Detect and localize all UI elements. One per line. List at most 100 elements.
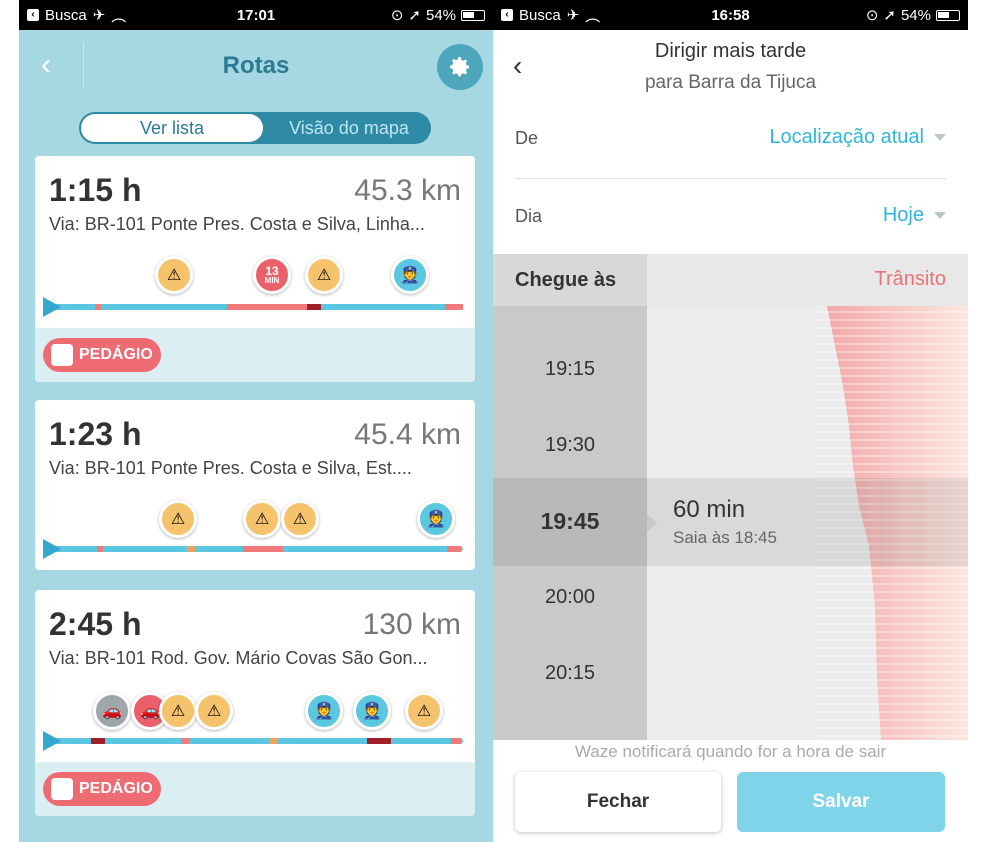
page-subtitle: para Barra da Tijuca — [644, 72, 817, 93]
header-divider — [83, 42, 84, 88]
start-icon — [43, 297, 61, 317]
route-distance: 45.4 km — [354, 418, 461, 451]
jam-min-label: MIN — [264, 276, 280, 285]
hazard-icon[interactable]: ⚠ — [159, 692, 197, 730]
page-title: Dirigir mais tarde — [654, 40, 807, 62]
time-option-selected[interactable]: 19:45 — [493, 508, 647, 535]
hazard-icon[interactable]: ⚠ — [405, 692, 443, 730]
traffic-segment — [95, 304, 101, 310]
wifi-icon: ︵ — [585, 7, 601, 25]
hazard-icon[interactable]: ⚠ — [281, 500, 319, 538]
route-via: Via: BR-101 Ponte Pres. Costa e Silva, E… — [49, 458, 412, 478]
tab-map-view[interactable]: Visão do mapa — [269, 112, 429, 144]
battery-icon — [461, 9, 486, 21]
from-row[interactable]: De Localização atual — [515, 102, 946, 178]
leave-time: Saia às 18:45 — [673, 528, 777, 547]
battery-icon — [936, 9, 960, 21]
police-icon[interactable]: 👮 — [305, 692, 343, 730]
header: ‹ Dirigir mais tarde para Barra da Tijuc… — [493, 30, 968, 108]
traffic-label: Trânsito — [874, 268, 946, 290]
hazard-icon[interactable]: ⚠ — [159, 500, 197, 538]
toll-icon — [51, 344, 73, 366]
hazard-icon[interactable]: ⚠ — [195, 692, 233, 730]
traffic-segment — [307, 304, 321, 310]
page-title: Rotas — [222, 52, 290, 79]
back-to-app-icon[interactable]: ‹ — [27, 9, 39, 21]
police-icon[interactable]: 👮 — [353, 692, 391, 730]
schedule-header: Chegue às Trânsito — [493, 254, 968, 306]
chevron-down-icon — [934, 212, 946, 219]
back-icon[interactable]: ‹ — [41, 48, 51, 82]
route-card[interactable]: 2:45 h 130 km Via: BR-101 Rod. Gov. Mári… — [35, 590, 475, 816]
day-select[interactable]: Hoje — [883, 204, 946, 227]
route-footer: PEDÁGIO — [35, 762, 475, 816]
close-button[interactable]: Fechar — [515, 772, 721, 832]
lock-rotation-icon: ⊙ — [865, 7, 879, 24]
back-app-label[interactable]: Busca — [519, 7, 561, 24]
route-distance: 45.3 km — [354, 174, 461, 207]
tab-list-view[interactable]: Ver lista — [81, 114, 263, 142]
from-label: De — [515, 128, 539, 148]
route-track — [47, 738, 463, 744]
time-option[interactable]: 20:15 — [493, 662, 647, 685]
trip-duration: 60 min — [673, 496, 746, 523]
traffic-segment — [181, 738, 189, 744]
battery-percent: 54% — [900, 6, 931, 24]
from-value: Localização atual — [769, 126, 924, 148]
hazard-icon[interactable]: ⚠ — [305, 256, 343, 294]
traffic-segment — [367, 738, 391, 744]
save-button[interactable]: Salvar — [737, 772, 945, 832]
route-via: Via: BR-101 Rod. Gov. Mário Covas São Go… — [49, 648, 428, 668]
route-duration: 2:45 h — [49, 606, 142, 642]
car-icon[interactable]: 🚗 — [93, 692, 131, 730]
time-option[interactable]: 19:30 — [493, 434, 647, 457]
status-bar: ‹ Busca ✈ ︵ 17:01 ⊙ ➚ 54% — [19, 0, 493, 30]
traffic-segment — [445, 304, 463, 310]
route-card[interactable]: 1:15 h 45.3 km Via: BR-101 Ponte Pres. C… — [35, 156, 475, 382]
traffic-jam-icon[interactable]: 13 MIN — [253, 256, 291, 294]
back-to-app-icon[interactable]: ‹ — [501, 9, 513, 21]
route-track — [47, 546, 463, 552]
lock-rotation-icon: ⊙ — [390, 7, 404, 24]
traffic-segment — [451, 738, 461, 744]
header: ‹ Rotas — [19, 30, 493, 102]
day-row[interactable]: Dia Hoje — [515, 180, 946, 256]
route-card[interactable]: 1:23 h 45.4 km Via: BR-101 Ponte Pres. C… — [35, 400, 475, 570]
battery-percent: 54% — [425, 6, 457, 24]
route-track — [47, 304, 463, 310]
traffic-segment — [227, 304, 317, 310]
route-duration: 1:15 h — [49, 172, 142, 208]
day-label: Dia — [515, 206, 543, 226]
back-app-label[interactable]: Busca — [45, 7, 87, 24]
time-option[interactable]: 19:15 — [493, 358, 647, 381]
start-icon — [43, 731, 61, 751]
arrive-label: Chegue às — [493, 254, 647, 306]
drive-later-screen: ‹ Busca ✈ ︵ 16:58 ⊙ ➚ 54% ‹ Dirigir mais… — [493, 0, 968, 842]
hazard-icon[interactable]: ⚠ — [155, 256, 193, 294]
view-toggle: Ver lista Visão do mapa — [79, 112, 431, 144]
time-option[interactable]: 20:00 — [493, 586, 647, 609]
toll-icon — [51, 778, 73, 800]
notify-note: Waze notificará quando for a hora de sai… — [574, 742, 887, 761]
gear-icon[interactable] — [437, 44, 483, 90]
start-icon — [43, 539, 61, 559]
selected-info: 60 min Saia às 18:45 — [673, 496, 777, 548]
location-icon: ➚ — [883, 7, 896, 24]
from-select[interactable]: Localização atual — [769, 126, 946, 149]
airplane-icon: ✈ — [566, 7, 580, 24]
traffic-segment — [243, 546, 283, 552]
route-via: Via: BR-101 Ponte Pres. Costa e Silva, L… — [49, 214, 425, 234]
bottom-bar: Waze notificará quando for a hora de sai… — [493, 740, 968, 842]
police-icon[interactable]: 👮 — [391, 256, 429, 294]
route-distance: 130 km — [362, 608, 461, 641]
clock: 16:58 — [711, 6, 750, 24]
police-icon[interactable]: 👮 — [417, 500, 455, 538]
status-bar: ‹ Busca ✈ ︵ 16:58 ⊙ ➚ 54% — [493, 0, 968, 30]
traffic-segment — [447, 546, 461, 552]
route-duration: 1:23 h — [49, 416, 142, 452]
selection-pointer — [647, 514, 657, 532]
traffic-segment — [97, 546, 103, 552]
toll-label: PEDÁGIO — [79, 780, 153, 797]
hazard-icon[interactable]: ⚠ — [243, 500, 281, 538]
divider — [515, 178, 946, 179]
